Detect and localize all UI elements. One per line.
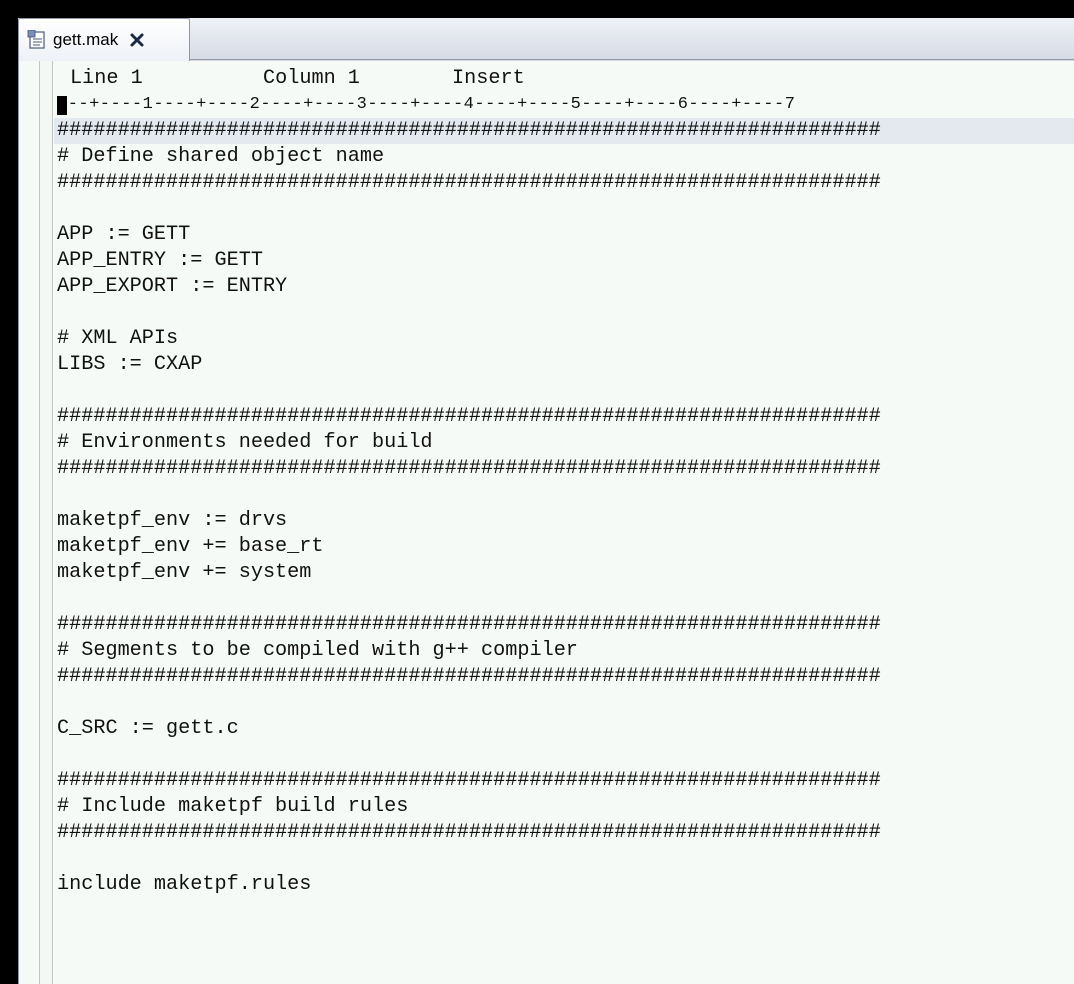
tab-label: gett.mak: [53, 30, 119, 49]
code-line[interactable]: maketpf_env += system: [54, 560, 1074, 586]
code-line[interactable]: ########################################…: [54, 612, 1074, 638]
code-line[interactable]: ########################################…: [54, 456, 1074, 482]
code-line[interactable]: ########################################…: [54, 664, 1074, 690]
document-icon: [27, 29, 49, 50]
code-line[interactable]: APP := GETT: [54, 222, 1074, 248]
code-line[interactable]: ########################################…: [54, 768, 1074, 794]
code-line[interactable]: include maketpf.rules: [54, 872, 1074, 898]
code-line[interactable]: C_SRC := gett.c: [54, 716, 1074, 742]
code-line[interactable]: APP_ENTRY := GETT: [54, 248, 1074, 274]
close-icon[interactable]: [128, 31, 146, 49]
ruler-text: ---+----1----+----2----+----3----+----4-…: [57, 95, 796, 114]
column-ruler: ---+----1----+----2----+----3----+----4-…: [54, 92, 1074, 118]
code-line[interactable]: # Include maketpf build rules: [54, 794, 1074, 820]
column-indicator: Column 1: [263, 67, 360, 90]
code-line[interactable]: LIBS := CXAP: [54, 352, 1074, 378]
line-indicator: Line 1: [70, 67, 143, 90]
code-line[interactable]: # Segments to be compiled with g++ compi…: [54, 638, 1074, 664]
editor-status-line: Line 1 Column 1 Insert: [54, 66, 1074, 92]
code-line[interactable]: [54, 300, 1074, 326]
code-line[interactable]: [54, 586, 1074, 612]
code-line[interactable]: [54, 378, 1074, 404]
code-line[interactable]: ########################################…: [54, 820, 1074, 846]
code-editor[interactable]: Line 1 Column 1 Insert ---+----1----+---…: [18, 61, 1074, 984]
code-line[interactable]: [54, 690, 1074, 716]
code-line[interactable]: ########################################…: [54, 170, 1074, 196]
code-line[interactable]: [54, 196, 1074, 222]
code-line[interactable]: # XML APIs: [54, 326, 1074, 352]
code-line[interactable]: [54, 742, 1074, 768]
text-cursor: [57, 96, 67, 115]
tab-gett-mak[interactable]: gett.mak: [18, 18, 190, 61]
code-line[interactable]: [54, 482, 1074, 508]
code-line[interactable]: maketpf_env += base_rt: [54, 534, 1074, 560]
tab-strip: gett.mak: [18, 18, 1074, 61]
insert-mode-indicator: Insert: [452, 67, 525, 90]
code-line[interactable]: # Define shared object name: [54, 144, 1074, 170]
editor-window: gett.mak Line 1 Column 1 Insert ---+----…: [18, 18, 1074, 984]
code-line[interactable]: ########################################…: [54, 404, 1074, 430]
code-line[interactable]: APP_EXPORT := ENTRY: [54, 274, 1074, 300]
code-line[interactable]: [54, 846, 1074, 872]
editor-text-area[interactable]: Line 1 Column 1 Insert ---+----1----+---…: [54, 61, 1074, 984]
code-line[interactable]: ########################################…: [54, 118, 1074, 144]
code-line[interactable]: maketpf_env := drvs: [54, 508, 1074, 534]
editor-gutter: [39, 61, 53, 984]
code-lines: ########################################…: [54, 118, 1074, 898]
code-line[interactable]: # Environments needed for build: [54, 430, 1074, 456]
